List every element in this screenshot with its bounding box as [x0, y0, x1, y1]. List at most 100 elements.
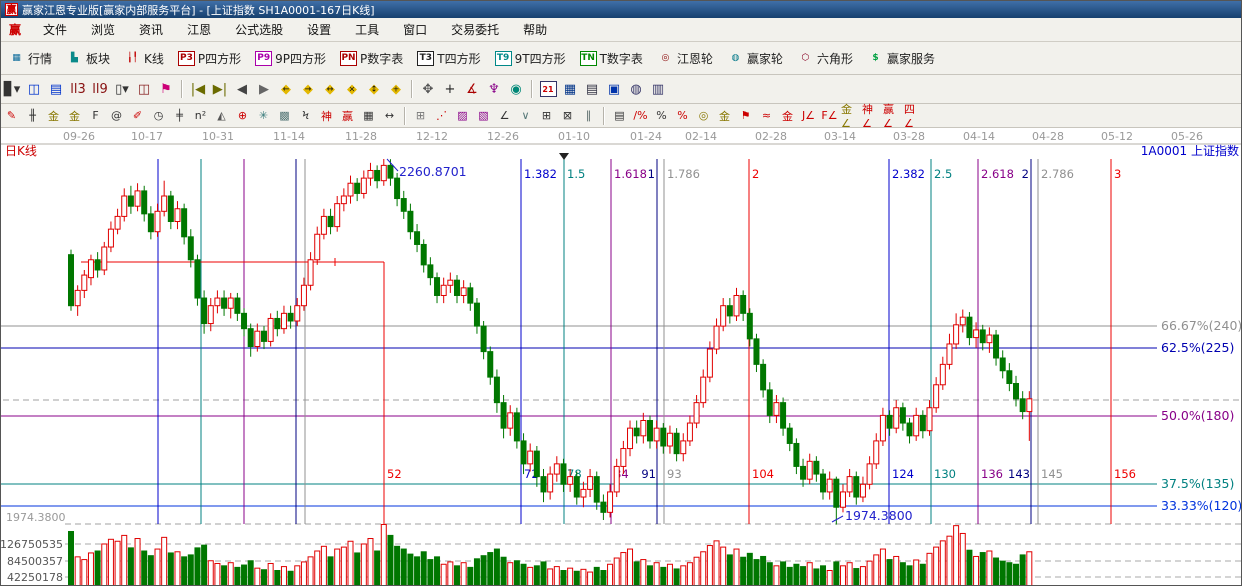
- cycle-tool-button[interactable]: ◉: [506, 80, 526, 98]
- next-page-button[interactable]: ▶: [254, 80, 274, 98]
- gold-section-2-tool[interactable]: 金: [65, 108, 84, 124]
- nine-t-square-button[interactable]: T9 9T四方形: [490, 47, 571, 70]
- fan-rays-tool[interactable]: ⋰: [432, 108, 451, 124]
- last-page-button[interactable]: ▶|: [210, 80, 230, 98]
- gold-red-tool[interactable]: 金: [778, 108, 797, 124]
- percent-level-tool[interactable]: %: [673, 108, 692, 124]
- shen-angle-tool[interactable]: 神∠: [862, 103, 881, 130]
- t-number-table-button[interactable]: TN T数字表: [575, 47, 648, 70]
- gold-section-tool[interactable]: 金: [44, 108, 63, 124]
- k-wave-tool[interactable]: Ϟ: [296, 108, 315, 124]
- width-measure-tool[interactable]: ↔: [380, 108, 399, 124]
- first-page-button[interactable]: |◀: [188, 80, 208, 98]
- gold-circle-tool[interactable]: ◎: [694, 108, 713, 124]
- h-compress-button[interactable]: ◆ ×: [342, 80, 362, 98]
- percent-tool[interactable]: %: [652, 108, 671, 124]
- tick-ruler-tool[interactable]: ╪: [170, 108, 189, 124]
- retracement-label: 50.0%(180): [1161, 408, 1234, 423]
- percent-table-tool[interactable]: ▤: [610, 108, 629, 124]
- hexagon-button[interactable]: ⬡ 六角形: [792, 47, 858, 70]
- sectors-button[interactable]: ▙ 板块: [61, 47, 115, 70]
- circle-target-tool[interactable]: ⊕: [233, 108, 252, 124]
- kline-button[interactable]: ╽╿ K线: [119, 47, 169, 70]
- star-web-tool[interactable]: ✳: [254, 108, 273, 124]
- calculator-button[interactable]: ▦: [560, 80, 580, 98]
- pattern-2-button[interactable]: ◫: [134, 80, 154, 98]
- grid-square-2-tool[interactable]: ⊠: [558, 108, 577, 124]
- angle-tool-button[interactable]: ∡: [462, 80, 482, 98]
- j-angle-tool[interactable]: J∠: [799, 108, 818, 124]
- gann-tick-tool[interactable]: ╫: [23, 108, 42, 124]
- gann-marker-button[interactable]: ♆: [484, 80, 504, 98]
- flag-mark-tool[interactable]: ⚑: [736, 108, 755, 124]
- bars-3-button[interactable]: ll3: [68, 80, 88, 98]
- winner-service-button[interactable]: $ 赢家服务: [862, 47, 940, 70]
- box-tool[interactable]: ⊞: [411, 108, 430, 124]
- kline-chart[interactable]: 09-26 10-17 10-31 11-14 11-28 12-12 12-26 01-10…: [1, 128, 1242, 586]
- ying-tool[interactable]: 赢: [338, 108, 357, 124]
- grid-square-tool[interactable]: ⊞: [537, 108, 556, 124]
- v-expand-button[interactable]: ◆ ↕: [364, 80, 384, 98]
- notes-button[interactable]: ▤: [582, 80, 602, 98]
- spiral-tool[interactable]: @: [107, 108, 126, 124]
- export-disk-button[interactable]: ◍: [626, 80, 646, 98]
- menu-item-3[interactable]: 江恩: [175, 21, 223, 39]
- full-expand-button[interactable]: ◆ +: [386, 80, 406, 98]
- menu-item-0[interactable]: 文件: [31, 21, 79, 39]
- volume-axis-label: 84500357: [7, 555, 63, 568]
- prev-page-button[interactable]: ◀: [232, 80, 252, 98]
- gold-level-tool[interactable]: 金: [715, 108, 734, 124]
- angle-rays-tool[interactable]: ∠: [495, 108, 514, 124]
- ying-angle-tool[interactable]: 赢∠: [883, 103, 902, 130]
- save-button[interactable]: ▣: [604, 80, 624, 98]
- candle-period-button[interactable]: ▯▾: [112, 80, 132, 98]
- ruler-table-tool[interactable]: ▦: [359, 108, 378, 124]
- calendar-button[interactable]: 21: [538, 80, 558, 98]
- mirror-tool[interactable]: ◭: [212, 108, 231, 124]
- menu-item-5[interactable]: 设置: [295, 21, 343, 39]
- f-angle-tool[interactable]: F∠: [820, 108, 839, 124]
- p-number-table-button[interactable]: PN P数字表: [335, 47, 408, 70]
- menu-item-9[interactable]: 帮助: [511, 21, 559, 39]
- pencil-tool[interactable]: ✎: [2, 108, 21, 124]
- si-angle-tool[interactable]: 四∠: [904, 103, 923, 130]
- menu-item-2[interactable]: 资讯: [127, 21, 175, 39]
- info-board-button[interactable]: ▤: [46, 80, 66, 98]
- t-square-button[interactable]: T3 T四方形: [412, 47, 485, 70]
- bars-9-button[interactable]: ll9: [90, 80, 110, 98]
- pencil-ruler-tool[interactable]: ✐: [128, 108, 147, 124]
- p-square-button[interactable]: P3 P四方形: [173, 47, 246, 70]
- volume-bar: [666, 563, 673, 585]
- web-grid-tool[interactable]: ▩: [275, 108, 294, 124]
- wave-angle-tool[interactable]: ∨: [516, 108, 535, 124]
- print-button[interactable]: ▥: [648, 80, 668, 98]
- crosshair-tool-button[interactable]: +: [440, 80, 460, 98]
- fan-box-2-tool[interactable]: ▧: [474, 108, 493, 124]
- wave-line-tool[interactable]: ≈: [757, 108, 776, 124]
- menu-item-7[interactable]: 窗口: [391, 21, 439, 39]
- nine-p-square-button[interactable]: P9 9P四方形: [250, 47, 331, 70]
- h-expand-button[interactable]: ◆ ↔: [320, 80, 340, 98]
- menu-item-8[interactable]: 交易委托: [439, 21, 511, 39]
- candle-style-button[interactable]: ▊▾: [2, 80, 22, 98]
- n-square-tool[interactable]: n²: [191, 108, 210, 124]
- menu-item-6[interactable]: 工具: [343, 21, 391, 39]
- shift-right-button[interactable]: ◆ →: [298, 80, 318, 98]
- winner-wheel-button[interactable]: ◍ 赢家轮: [722, 47, 788, 70]
- title-bar[interactable]: 赢 赢家江恩专业版[赢家内部服务平台] - [上证指数 SH1A0001-167…: [1, 1, 1241, 18]
- fibonacci-tool[interactable]: F: [86, 108, 105, 124]
- hand-tool-button[interactable]: ✥: [418, 80, 438, 98]
- slope-percent-tool[interactable]: /%: [631, 108, 650, 124]
- fan-box-tool[interactable]: ▨: [453, 108, 472, 124]
- menu-item-1[interactable]: 浏览: [79, 21, 127, 39]
- parallel-lines-tool[interactable]: ∥: [579, 108, 598, 124]
- shift-left-button[interactable]: ◆ ←: [276, 80, 296, 98]
- gann-wheel-button[interactable]: ◎ 江恩轮: [652, 47, 718, 70]
- menu-item-4[interactable]: 公式选股: [223, 21, 295, 39]
- color-flag-button[interactable]: ⚑: [156, 80, 176, 98]
- quotes-button[interactable]: ▦ 行情: [3, 47, 57, 70]
- time-circle-tool[interactable]: ◷: [149, 108, 168, 124]
- gold-angle-tool[interactable]: 金∠: [841, 103, 860, 130]
- pattern-window-button[interactable]: ◫: [24, 80, 44, 98]
- shen-tool[interactable]: 神: [317, 108, 336, 124]
